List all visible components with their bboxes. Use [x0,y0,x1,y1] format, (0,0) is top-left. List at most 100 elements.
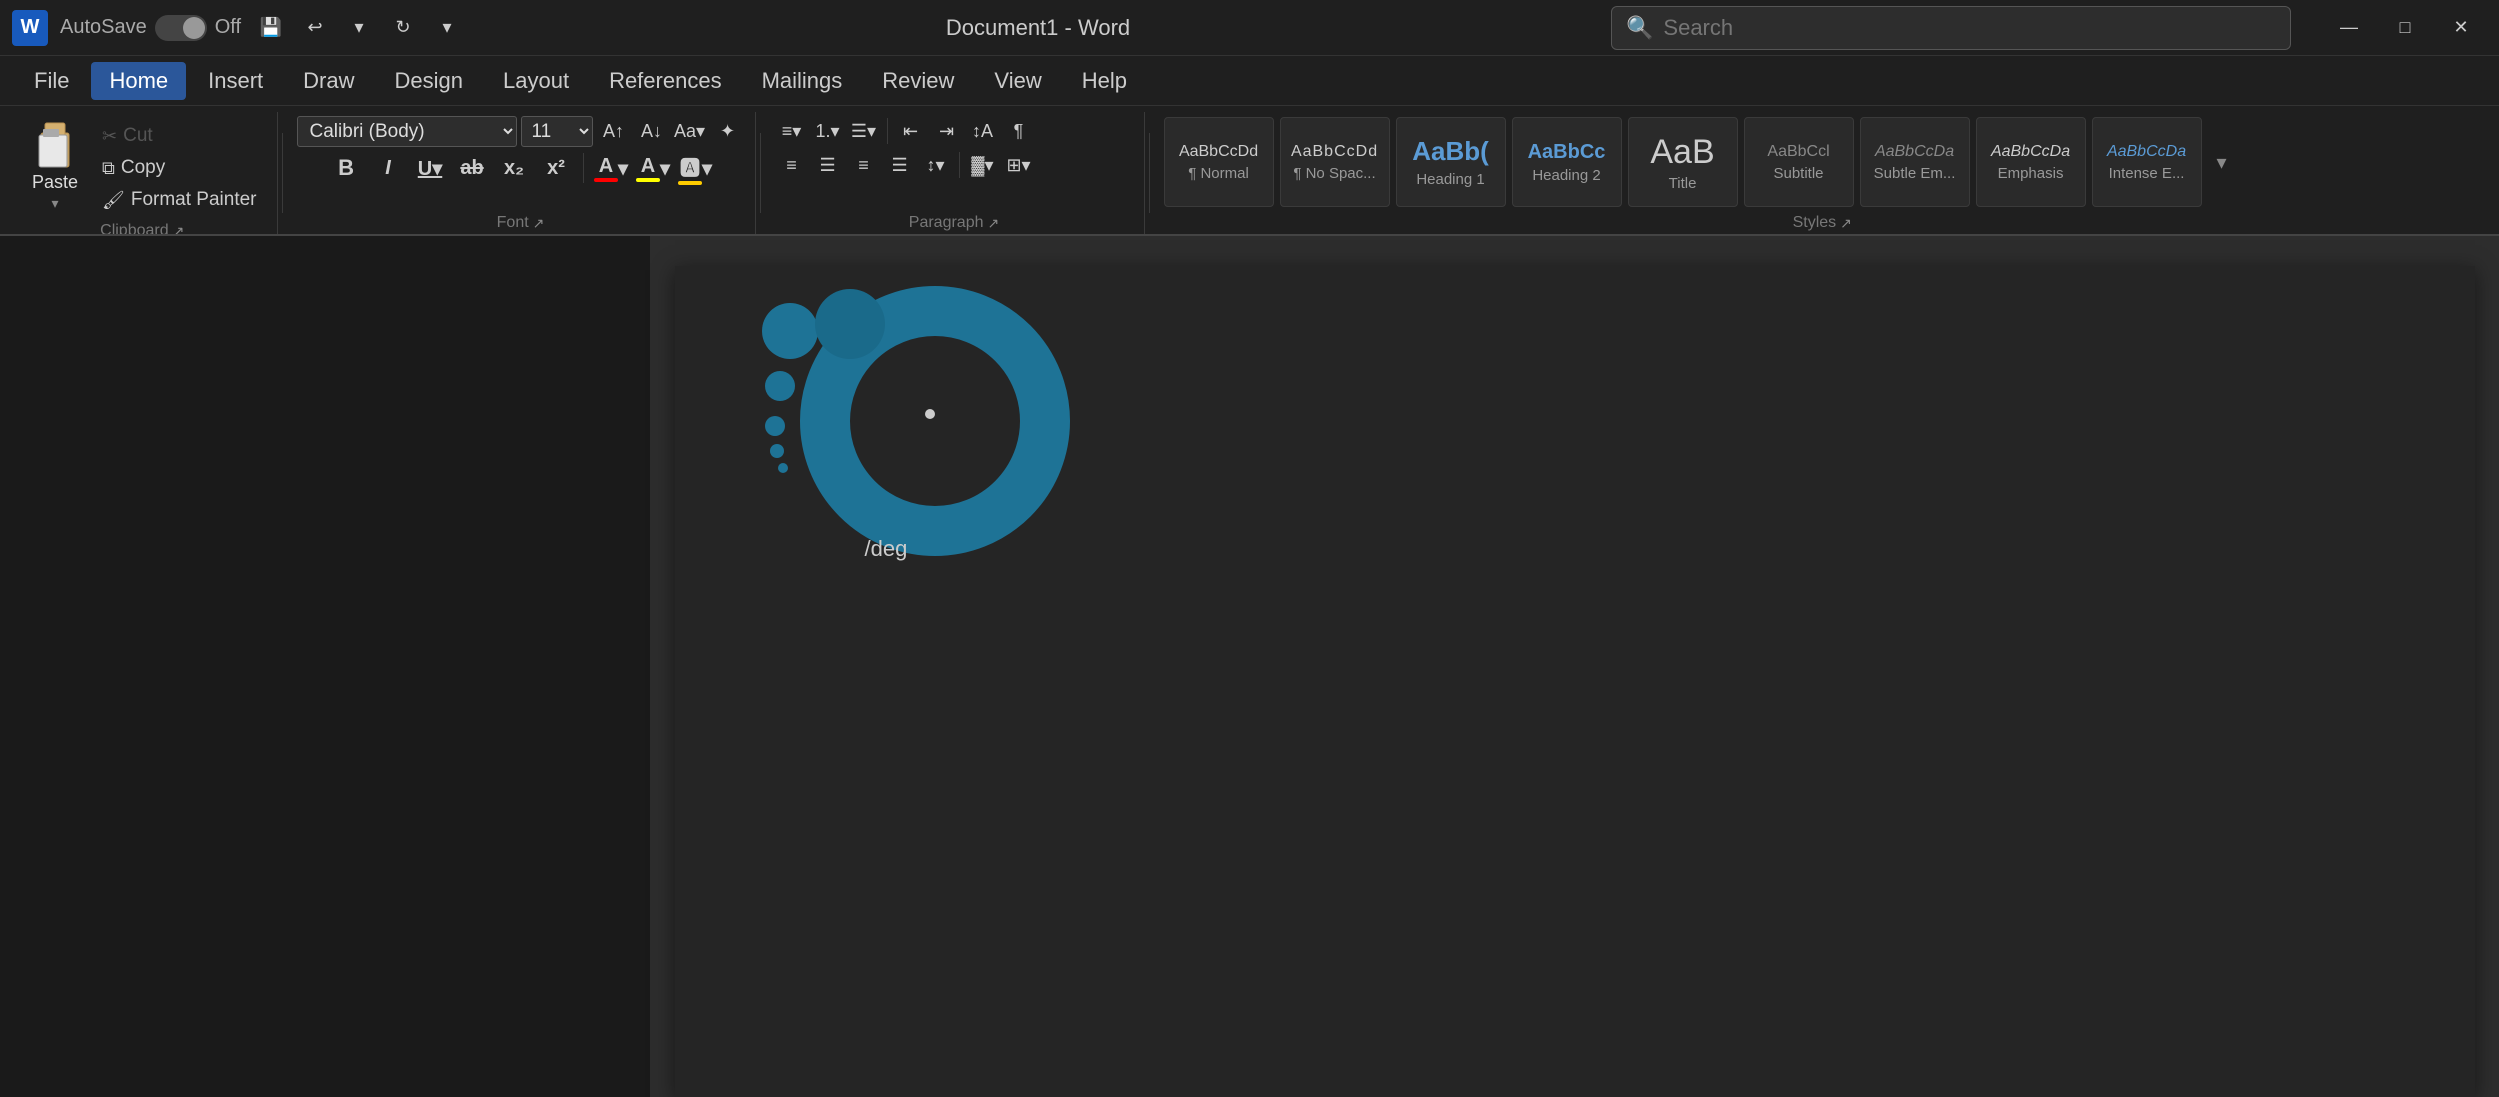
redo-button[interactable]: ↻ [385,10,421,46]
shading-button[interactable]: 🅰 ▾ [676,151,714,185]
word-art-logo [735,266,1115,586]
document-text[interactable]: /deg [865,536,908,562]
styles-group: AaBbCcDd ¶ Normal AaBbCcDd ¶ No Spac... … [1154,112,2491,234]
style-subtitle[interactable]: AaBbCcl Subtitle [1744,117,1854,207]
clipboard-group: Paste ▾ ✂ Cut ⧉ Copy 🖌 Format Painter [8,112,278,234]
document-page[interactable]: /deg [675,266,2475,1097]
menu-draw[interactable]: Draw [285,62,372,100]
paste-icon [30,120,80,170]
menu-home[interactable]: Home [91,62,186,100]
cut-button[interactable]: ✂ Cut [96,122,263,150]
font-family-select[interactable]: Calibri (Body) [297,116,517,147]
menu-design[interactable]: Design [377,62,481,100]
clear-formatting-button[interactable]: ✦ [711,117,745,147]
font-color-button[interactable]: A ▾ [592,151,630,185]
bold-button[interactable]: B [327,151,365,185]
undo-dropdown-button[interactable]: ▾ [341,10,377,46]
para-sep1 [887,118,888,144]
para-row1: ≡▾ 1.▾ ☰▾ ⇤ ⇥ ↕A ¶ [775,116,1036,146]
change-case-button[interactable]: Aa▾ [673,117,707,147]
styles-expand[interactable]: ↗ [1840,215,1852,232]
sep2 [760,133,761,213]
copy-button[interactable]: ⧉ Copy [96,154,263,182]
style-title[interactable]: AaB Title [1628,117,1738,207]
clipboard-label: Clipboard [100,222,168,236]
decrease-font-button[interactable]: A↓ [635,117,669,147]
paste-button[interactable]: Paste ▾ [18,116,92,216]
minimize-button[interactable]: — [2323,8,2375,48]
sep1 [282,133,283,213]
autosave-toggle-state: Off [215,16,241,39]
document-sidebar [0,236,650,1097]
menu-references[interactable]: References [591,62,740,100]
autosave-label: AutoSave [60,16,147,39]
style-intense-emphasis[interactable]: AaBbCcDa Intense E... [2092,117,2202,207]
superscript-button[interactable]: x² [537,151,575,185]
doc-title: Document1 - Word [477,15,1599,41]
undo-button[interactable]: ↩ [297,10,333,46]
line-spacing-button[interactable]: ↕▾ [919,150,953,180]
sort-button[interactable]: ↕A [966,116,1000,146]
search-bar[interactable]: 🔍 [1611,6,2291,50]
style-heading1[interactable]: AaBb( Heading 1 [1396,117,1506,207]
align-left-button[interactable]: ≡ [775,150,809,180]
style-emphasis[interactable]: AaBbCcDa Emphasis [1976,117,2086,207]
shading-para-button[interactable]: ▓▾ [966,150,1000,180]
paragraph-label: Paragraph [909,214,984,232]
scissors-icon: ✂ [102,126,117,147]
highlight-color-button[interactable]: A ▾ [634,151,672,185]
italic-button[interactable]: I [369,151,407,185]
clipboard-expand[interactable]: ↗ [173,223,185,237]
strikethrough-button[interactable]: ab [453,151,491,185]
ribbon: Paste ▾ ✂ Cut ⧉ Copy 🖌 Format Painter [0,106,2499,236]
search-input[interactable] [1663,15,2276,41]
justify-button[interactable]: ☰ [883,150,917,180]
font-expand[interactable]: ↗ [533,215,545,232]
paste-label: Paste [32,172,78,193]
window-controls: — □ ✕ [2323,8,2487,48]
menu-review[interactable]: Review [864,62,972,100]
autosave-toggle[interactable] [155,15,207,41]
borders-button[interactable]: ⊞▾ [1002,150,1036,180]
styles-label: Styles [1793,214,1837,232]
align-center-button[interactable]: ☰ [811,150,845,180]
multilevel-button[interactable]: ☰▾ [847,116,881,146]
clipboard-sub-buttons: ✂ Cut ⧉ Copy 🖌 Format Painter [92,116,267,216]
format-painter-button[interactable]: 🖌 Format Painter [96,186,263,214]
underline-button[interactable]: U▾ [411,151,449,185]
style-subtle-emphasis[interactable]: AaBbCcDa Subtle Em... [1860,117,1970,207]
document-canvas[interactable]: /deg [650,236,2499,1097]
style-no-spacing[interactable]: AaBbCcDd ¶ No Spac... [1280,117,1390,207]
show-formatting-button[interactable]: ¶ [1002,116,1036,146]
quick-access-more[interactable]: ▾ [429,10,465,46]
menu-layout[interactable]: Layout [485,62,587,100]
para-sep2 [959,152,960,178]
close-button[interactable]: ✕ [2435,8,2487,48]
styles-scroll-down[interactable]: ▾ [2208,117,2236,207]
menu-view[interactable]: View [976,62,1059,100]
subscript-button[interactable]: x₂ [495,151,533,185]
menu-help[interactable]: Help [1064,62,1145,100]
style-heading2[interactable]: AaBbCc Heading 2 [1512,117,1622,207]
word-logo: W [12,10,48,46]
increase-indent-button[interactable]: ⇥ [930,116,964,146]
decrease-indent-button[interactable]: ⇤ [894,116,928,146]
increase-font-button[interactable]: A↑ [597,117,631,147]
sep3 [1149,133,1150,213]
bullets-button[interactable]: ≡▾ [775,116,809,146]
style-normal[interactable]: AaBbCcDd ¶ Normal [1164,117,1274,207]
title-bar-actions: 💾 ↩ ▾ ↻ ▾ [253,10,465,46]
autosave-area: AutoSave Off [60,15,241,41]
menu-mailings[interactable]: Mailings [744,62,861,100]
document-content: /deg [675,266,2475,1097]
font-size-select[interactable]: 11 [521,116,593,147]
font-label: Font [497,214,529,232]
save-button[interactable]: 💾 [253,10,289,46]
menu-file[interactable]: File [16,62,87,100]
numbering-button[interactable]: 1.▾ [811,116,845,146]
paragraph-expand[interactable]: ↗ [988,215,1000,232]
menu-insert[interactable]: Insert [190,62,281,100]
align-right-button[interactable]: ≡ [847,150,881,180]
font-group: Calibri (Body) 11 A↑ A↓ Aa▾ ✦ B I U▾ ab … [287,112,756,234]
maximize-button[interactable]: □ [2379,8,2431,48]
